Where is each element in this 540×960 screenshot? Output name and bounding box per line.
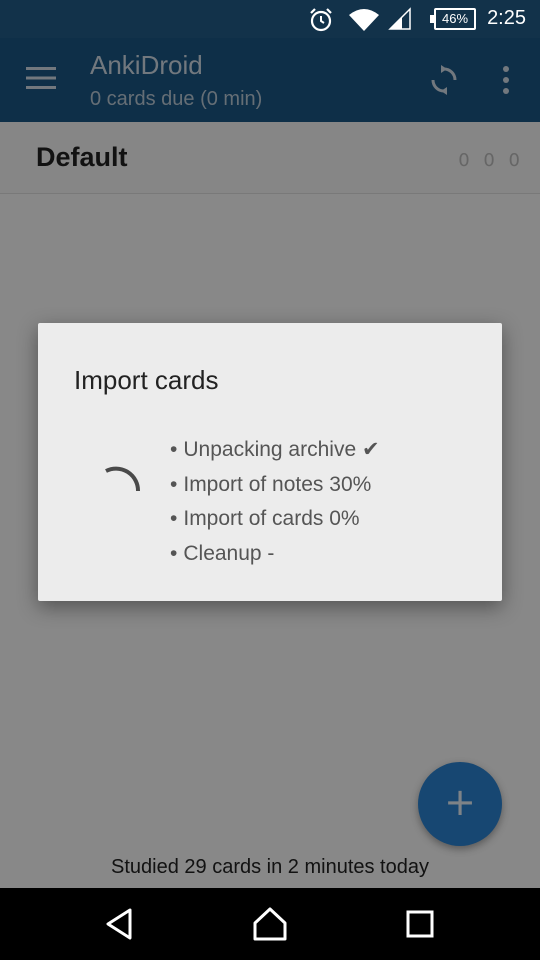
- battery-level: 46%: [441, 11, 469, 26]
- battery-icon: 46%: [430, 8, 476, 30]
- wifi-icon: [349, 9, 379, 31]
- progress-step-cleanup: • Cleanup -: [170, 537, 380, 572]
- bullet: •: [170, 541, 178, 565]
- step-label: Import of notes 30%: [183, 472, 372, 496]
- spinner-icon: [105, 466, 141, 492]
- step-label: Unpacking archive ✔: [183, 438, 380, 461]
- dialog-title: Import cards: [74, 365, 219, 395]
- progress-step-unpacking: • Unpacking archive ✔: [170, 433, 380, 468]
- step-label: Import of cards 0%: [183, 507, 360, 530]
- alarm-icon: [310, 8, 332, 32]
- home-icon[interactable]: [250, 904, 290, 944]
- bullet: •: [170, 438, 178, 461]
- step-label: Cleanup -: [183, 541, 275, 565]
- navigation-bar: [0, 888, 540, 960]
- back-icon[interactable]: [100, 904, 140, 944]
- status-bar: 46% 2:25: [0, 0, 540, 38]
- import-dialog: Import cards • Unpacking archive ✔ • Impor…: [38, 323, 502, 601]
- import-progress-list: • Unpacking archive ✔ • Import of notes 30…: [170, 433, 380, 571]
- progress-step-notes: • Import of notes 30%: [170, 468, 380, 503]
- status-time: 2:25: [487, 7, 526, 29]
- signal-icon: [388, 7, 411, 30]
- progress-step-cards: • Import of cards 0%: [170, 502, 380, 537]
- bullet: •: [170, 472, 178, 496]
- bullet: •: [170, 507, 178, 530]
- recents-icon[interactable]: [400, 904, 440, 944]
